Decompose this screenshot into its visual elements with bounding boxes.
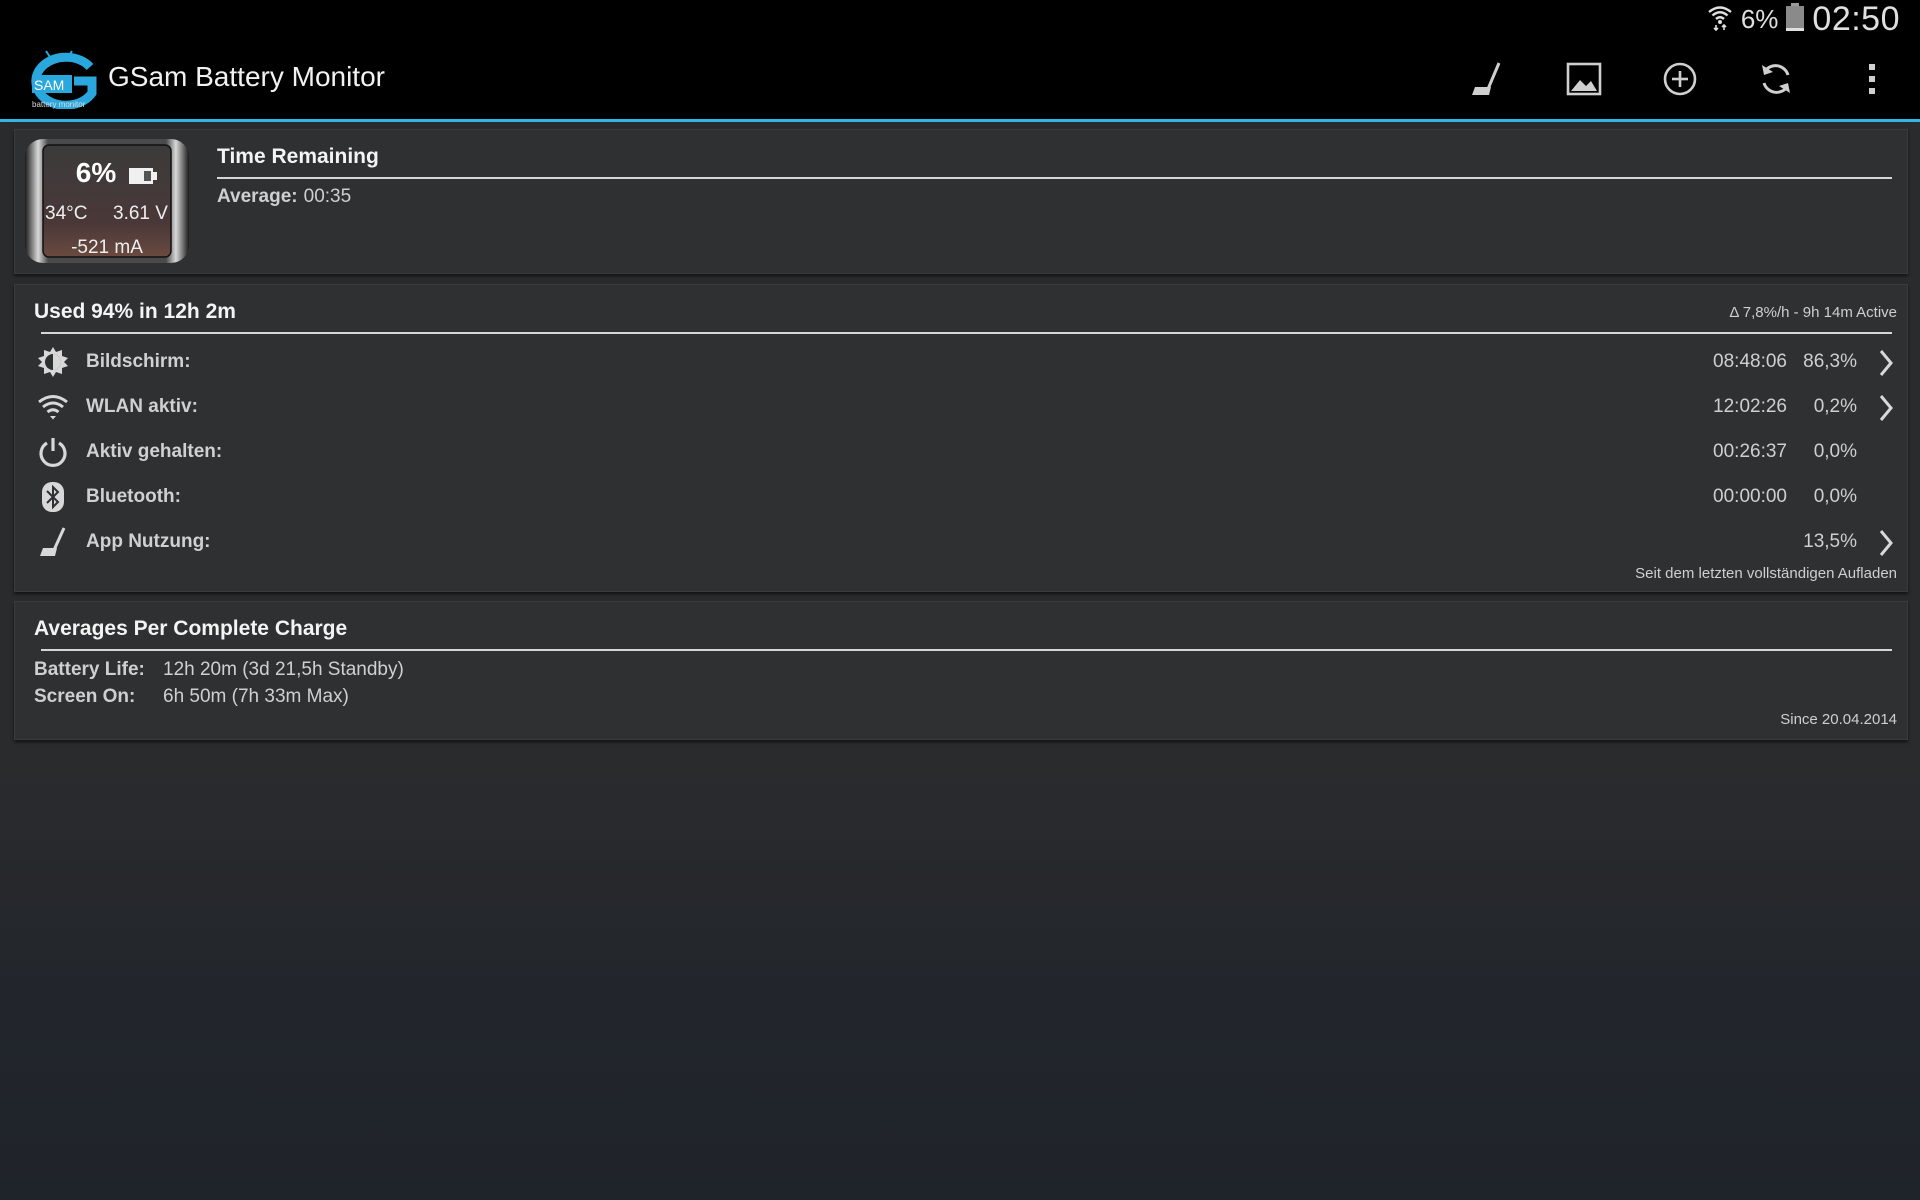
add-circle-icon[interactable]	[1660, 59, 1700, 99]
usage-row-time: 08:48:06	[1713, 351, 1787, 372]
wifi-icon	[1707, 3, 1733, 36]
usage-row-label: Aktiv gehalten:	[86, 441, 223, 462]
brightness-icon	[37, 346, 69, 378]
action-bar: SAM battery monitor GSam Battery Monitor	[0, 39, 1920, 122]
usage-row-app-nutzung[interactable]: App Nutzung: 13,5%	[15, 522, 1907, 562]
usage-row-wlan[interactable]: WLAN aktiv: 12:02:26 0,2%	[15, 387, 1907, 427]
divider	[41, 332, 1892, 334]
usage-row-percent: 0,2%	[1813, 396, 1857, 417]
usage-row-percent: 86,3%	[1803, 351, 1857, 372]
battery-icon	[128, 167, 158, 190]
broom-icon[interactable]	[1467, 59, 1507, 99]
usage-row-percent: 13,5%	[1803, 531, 1857, 552]
overflow-menu-icon[interactable]	[1852, 59, 1892, 99]
usage-row-aktiv-gehalten: Aktiv gehalten: 00:26:37 0,0%	[15, 432, 1907, 472]
usage-row-time: 00:00:00	[1713, 486, 1787, 507]
app-logo[interactable]: SAM battery monitor	[28, 49, 104, 110]
image-icon[interactable]	[1564, 59, 1604, 99]
usage-row-label: Bluetooth:	[86, 486, 181, 507]
averages-card: Averages Per Complete Charge Battery Lif…	[14, 601, 1908, 740]
battery-current: -521 mA	[71, 237, 143, 258]
usage-row-time: 00:26:37	[1713, 441, 1787, 462]
averages-footer: Since 20.04.2014	[1780, 711, 1897, 728]
average-label: Average:	[217, 186, 298, 207]
usage-row-label: App Nutzung:	[86, 531, 211, 552]
status-battery-percent: 6%	[1740, 4, 1779, 34]
status-bar: 6% 02:50	[0, 0, 1920, 39]
usage-row-time: 12:02:26	[1713, 396, 1787, 417]
logo-subtext: battery monitor	[32, 100, 86, 109]
usage-row-percent: 0,0%	[1813, 486, 1857, 507]
time-remaining-title: Time Remaining	[217, 145, 379, 168]
average-remaining: Average: 00:35	[217, 186, 351, 208]
battery-icon	[1786, 3, 1805, 36]
usage-card: Used 94% in 12h 2m Δ 7,8%/h - 9h 14m Act…	[14, 284, 1908, 592]
wifi-icon	[37, 391, 69, 423]
average-value: 00:35	[303, 186, 352, 207]
screen-on-line: Screen On: 6h 50m (7h 33m Max)	[34, 686, 349, 708]
usage-row-label: Bildschirm:	[86, 351, 191, 372]
usage-rate-note: Δ 7,8%/h - 9h 14m Active	[1729, 304, 1897, 321]
bluetooth-icon	[37, 481, 69, 513]
usage-row-label: WLAN aktiv:	[86, 396, 198, 417]
chevron-right-icon[interactable]	[1877, 528, 1895, 558]
time-remaining-card: 6% 34°C 3.61 V -521 mA Time Remaining Av…	[14, 129, 1908, 274]
usage-footer: Seit dem letzten vollständigen Aufladen	[1635, 565, 1897, 582]
broom-icon	[37, 526, 69, 558]
app-title: GSam Battery Monitor	[108, 61, 385, 92]
divider	[217, 177, 1892, 179]
status-time: 02:50	[1812, 0, 1900, 38]
chevron-right-icon[interactable]	[1877, 393, 1895, 423]
battery-life-line: Battery Life: 12h 20m (3d 21,5h Standby)	[34, 659, 404, 681]
usage-title: Used 94% in 12h 2m	[34, 300, 236, 323]
battery-voltage: 3.61 V	[113, 203, 168, 224]
screen-on-value: 6h 50m (7h 33m Max)	[163, 686, 349, 707]
chevron-right-icon[interactable]	[1877, 348, 1895, 378]
battery-temperature: 34°C	[45, 203, 88, 224]
usage-row-bluetooth: Bluetooth: 00:00:00 0,0%	[15, 477, 1907, 517]
usage-row-bildschirm[interactable]: Bildschirm: 08:48:06 86,3%	[15, 342, 1907, 382]
battery-widget[interactable]: 6% 34°C 3.61 V -521 mA	[23, 137, 191, 265]
refresh-icon[interactable]	[1756, 59, 1796, 99]
widget-battery-percent: 6%	[75, 157, 117, 188]
battery-life-label: Battery Life:	[34, 659, 145, 680]
battery-life-value: 12h 20m (3d 21,5h Standby)	[163, 659, 404, 680]
divider	[41, 649, 1892, 651]
averages-title: Averages Per Complete Charge	[34, 617, 348, 640]
logo-text: SAM	[34, 77, 64, 93]
power-icon	[37, 436, 69, 468]
screen-on-label: Screen On:	[34, 686, 136, 707]
usage-row-percent: 0,0%	[1813, 441, 1857, 462]
